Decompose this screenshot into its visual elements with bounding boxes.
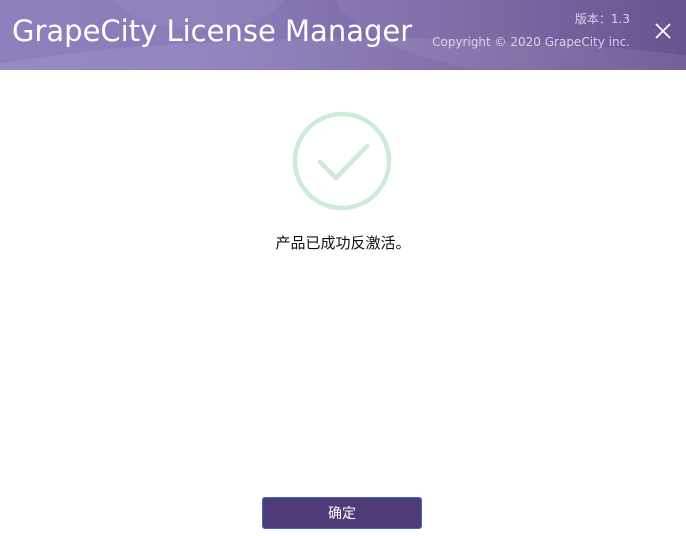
check-circle-icon [291,110,393,212]
ok-button[interactable]: 确定 [262,497,422,529]
version-label: 版本： [574,12,611,26]
ok-button-label: 确定 [328,506,356,522]
version-number: 1.3 [610,12,630,26]
title-bar: GrapeCity License Manager 版本：1.3 Copyrig… [0,0,686,70]
license-manager-window: GrapeCity License Manager 版本：1.3 Copyrig… [0,0,686,536]
version-info: 版本：1.3 [575,10,630,27]
app-title: GrapeCity License Manager [12,14,413,48]
copyright-text: Copyright © 2020 GrapeCity inc. [432,35,630,49]
status-message: 产品已成功反激活。 [275,234,411,252]
close-icon[interactable] [652,20,674,42]
